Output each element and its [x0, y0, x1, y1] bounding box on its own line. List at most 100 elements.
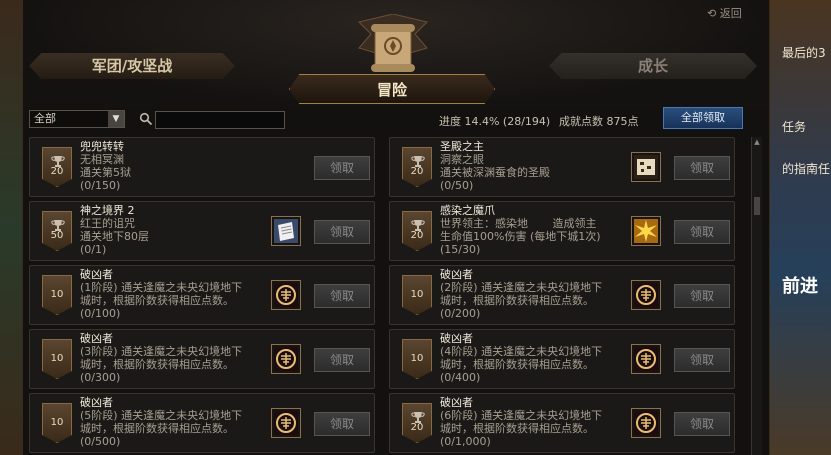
badge-points: 20	[410, 422, 424, 433]
claim-button[interactable]: 领取	[674, 156, 730, 180]
achievement-text: 圣殿之主 洞察之眼 通关被深渊蚕食的圣殿 (0/50)	[440, 140, 640, 192]
claim-button[interactable]: 领取	[314, 412, 370, 436]
back-button[interactable]: ⟲ 返回	[707, 5, 742, 21]
scroll-item-icon	[631, 152, 661, 182]
achievement-title: 破凶者	[440, 332, 473, 345]
achievement-text: 破凶者 (1阶段) 通关逢魔之未央幻境地下 城时，根据阶数获得相应点数。 (0/100…	[80, 268, 280, 320]
achievement-desc: 洞察之眼	[440, 153, 484, 166]
badge-points: 10	[50, 353, 64, 364]
achievement-desc: 城时，根据阶数获得相应点数。	[440, 358, 594, 371]
achievement-desc: 城时，根据阶数获得相应点数。	[80, 422, 234, 435]
background-right: 最后的3 任务 的指南任 前进	[770, 0, 831, 455]
points-badge: 20	[402, 403, 432, 443]
achievement-desc: 城时，根据阶数获得相应点数。	[80, 294, 234, 307]
claim-button[interactable]: 领取	[314, 156, 370, 180]
scroll-thumb[interactable]	[754, 197, 760, 215]
achievement-desc: (5阶段) 通关逢魔之未央幻境地下	[80, 409, 243, 422]
achievement-title: 破凶者	[80, 332, 113, 345]
badge-points: 20	[410, 166, 424, 177]
achievement-title: 感染之魔爪	[440, 204, 495, 217]
trophy-icon	[411, 152, 425, 167]
achievement-card: 50 神之境界 2 红王的诅咒 通关地下80层 (0/1) 领取	[29, 201, 375, 261]
achievement-count: (0/150)	[80, 179, 121, 192]
tab-legion[interactable]: 军团/攻坚战	[29, 53, 235, 79]
achievement-desc: 通关被深渊蚕食的圣殿	[440, 166, 550, 179]
achievement-points: 成就点数 875点	[559, 115, 639, 128]
achievement-panel: ⟲ 返回 军团/攻坚战 成长 冒险 全部 ▼ 进度 14.4% (28/194)…	[22, 0, 770, 455]
achievement-text: 破凶者 (5阶段) 通关逢魔之未央幻境地下 城时，根据阶数获得相应点数。 (0/500…	[80, 396, 280, 448]
claim-button[interactable]: 领取	[314, 284, 370, 308]
emblem-item-icon	[271, 408, 301, 438]
trophy-icon	[51, 216, 65, 231]
achievement-count: (0/200)	[440, 307, 481, 320]
side-text: 的指南任	[782, 162, 831, 176]
achievement-desc: 红王的诅咒	[80, 217, 135, 230]
side-text: 任务	[782, 120, 807, 134]
achievement-count: (0/300)	[80, 371, 121, 384]
side-text: 最后的3	[782, 46, 826, 60]
achievement-text: 破凶者 (2阶段) 通关逢魔之未央幻境地下 城时，根据阶数获得相应点数。 (0/200…	[440, 268, 640, 320]
achievement-desc: 通关第5狱	[80, 166, 131, 179]
achievement-card: 10 破凶者 (2阶段) 通关逢魔之未央幻境地下 城时，根据阶数获得相应点数。 (0/2…	[389, 265, 735, 325]
achievement-desc: 城时，根据阶数获得相应点数。	[440, 294, 594, 307]
scrollbar[interactable]: ▲	[751, 137, 762, 455]
achievement-text: 感染之魔爪 世界领主：感染地 造成领主 生命值100%伤害 (每地下城1次) (15/…	[440, 204, 640, 256]
points-badge: 10	[42, 339, 72, 379]
background-left	[0, 0, 22, 455]
achievement-title: 破凶者	[80, 268, 113, 281]
tab-adventure[interactable]: 冒险	[289, 74, 495, 104]
trophy-icon	[51, 152, 65, 167]
category-dropdown[interactable]: 全部 ▼	[29, 110, 125, 128]
points-badge: 50	[42, 211, 72, 251]
achievement-desc: (1阶段) 通关逢魔之未央幻境地下	[80, 281, 243, 294]
achievement-card: 20 圣殿之主 洞察之眼 通关被深渊蚕食的圣殿 (0/50) 领取	[389, 137, 735, 197]
achievement-card: 10 破凶者 (5阶段) 通关逢魔之未央幻境地下 城时，根据阶数获得相应点数。 (0/5…	[29, 393, 375, 453]
emblem-item-icon	[271, 344, 301, 374]
back-icon: ⟲	[707, 7, 717, 20]
achievement-card: 10 破凶者 (3阶段) 通关逢魔之未央幻境地下 城时，根据阶数获得相应点数。 (0/3…	[29, 329, 375, 389]
claim-button[interactable]: 领取	[674, 284, 730, 308]
scroll-emblem-icon	[358, 14, 428, 72]
achievement-title: 圣殿之主	[440, 140, 484, 153]
achievement-text: 神之境界 2 红王的诅咒 通关地下80层 (0/1)	[80, 204, 280, 256]
achievement-card: 10 破凶者 (1阶段) 通关逢魔之未央幻境地下 城时，根据阶数获得相应点数。 (0/1…	[29, 265, 375, 325]
starburst-item-icon	[631, 216, 661, 246]
badge-points: 10	[50, 417, 64, 428]
badge-points: 10	[410, 289, 424, 300]
achievement-desc: 城时，根据阶数获得相应点数。	[440, 422, 594, 435]
achievement-text: 兜兜转转 无相冥渊 通关第5狱 (0/150)	[80, 140, 280, 192]
claim-button[interactable]: 领取	[674, 348, 730, 372]
achievement-count: (15/30)	[440, 243, 481, 256]
achievement-desc: (3阶段) 通关逢魔之未央幻境地下	[80, 345, 243, 358]
points-badge: 10	[402, 275, 432, 315]
emblem-item-icon	[631, 280, 661, 310]
achievement-title: 兜兜转转	[80, 140, 124, 153]
achievement-desc: 通关地下80层	[80, 230, 149, 243]
chevron-down-icon[interactable]: ▼	[108, 111, 124, 127]
back-label: 返回	[719, 7, 742, 20]
points-badge: 10	[42, 275, 72, 315]
claim-button[interactable]: 领取	[674, 412, 730, 436]
achievement-count: (0/1)	[80, 243, 107, 256]
claim-button[interactable]: 领取	[314, 348, 370, 372]
points-badge: 10	[402, 339, 432, 379]
achievement-count: (0/1,000)	[440, 435, 491, 448]
emblem-item-icon	[631, 408, 661, 438]
achievement-card: 10 破凶者 (4阶段) 通关逢魔之未央幻境地下 城时，根据阶数获得相应点数。 (0/4…	[389, 329, 735, 389]
badge-points: 20	[50, 166, 64, 177]
achievement-title: 破凶者	[440, 396, 473, 409]
claim-button[interactable]: 领取	[314, 220, 370, 244]
document-item-icon	[271, 216, 301, 246]
achievement-title: 破凶者	[80, 396, 113, 409]
achievement-desc: 生命值100%伤害 (每地下城1次)	[440, 230, 601, 243]
tab-growth[interactable]: 成长	[549, 53, 757, 79]
search-input[interactable]	[155, 111, 285, 129]
achievement-text: 破凶者 (4阶段) 通关逢魔之未央幻境地下 城时，根据阶数获得相应点数。 (0/400…	[440, 332, 640, 384]
achievement-card: 20 破凶者 (6阶段) 通关逢魔之未央幻境地下 城时，根据阶数获得相应点数。 (0/1…	[389, 393, 735, 453]
scroll-up-icon[interactable]: ▲	[752, 137, 762, 147]
claim-button[interactable]: 领取	[674, 220, 730, 244]
achievement-desc: (6阶段) 通关逢魔之未央幻境地下	[440, 409, 603, 422]
achievement-count: (0/500)	[80, 435, 121, 448]
badge-points: 10	[410, 353, 424, 364]
claim-all-button[interactable]: 全部领取	[663, 107, 743, 129]
